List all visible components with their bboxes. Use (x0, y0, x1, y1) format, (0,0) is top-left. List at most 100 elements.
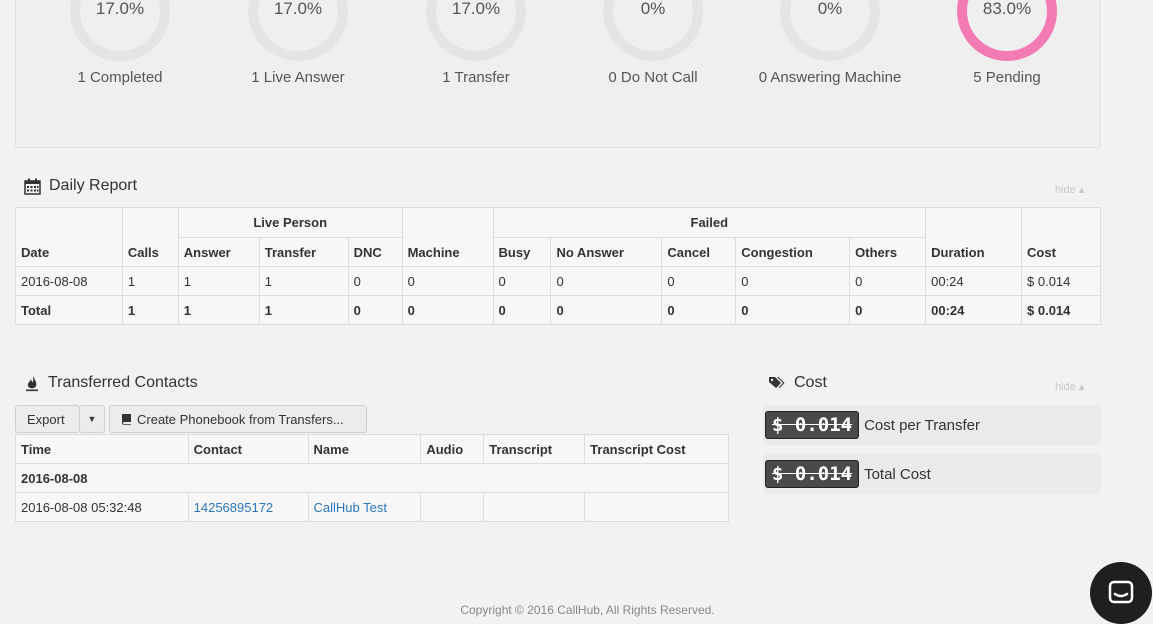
col-transcript: Transcript (483, 434, 586, 464)
group-failed: Failed (492, 207, 927, 238)
caret-up-icon: ▴ (1078, 381, 1085, 393)
hide-label: hide (1055, 184, 1076, 196)
stat-label: 0 Do Not Call (608, 69, 698, 86)
table-cell: 0 (492, 266, 552, 296)
export-label: Export (27, 411, 65, 427)
col-audio: Audio (420, 434, 485, 464)
stat-label: 1 Transfer (442, 69, 510, 86)
table-cell: 00:24 (925, 266, 1023, 296)
cost-per-transfer-card: $ 0.014 Cost per Transfer (763, 405, 1101, 445)
cost-heading: Cost (768, 374, 827, 392)
table-cell: 0 (849, 266, 927, 296)
transferred-contacts-title: Transferred Contacts (48, 374, 198, 391)
group-live-person: Live Person (177, 207, 403, 238)
cell-audio (420, 492, 485, 522)
col-name: Name (307, 434, 422, 464)
table-cell: $ 0.014 (1021, 295, 1101, 325)
col-cost: Cost (1021, 207, 1101, 267)
contact-link[interactable]: 14256895172 (194, 500, 274, 515)
table-cell: 0 (735, 295, 851, 325)
col-busy: Busy (492, 237, 552, 267)
col-congestion: Congestion (735, 237, 851, 267)
table-row: 2016-08-08 1 1 1 0 0 0 0 0 0 0 00:24 $ 0… (15, 266, 1101, 296)
cost-title: Cost (794, 374, 827, 391)
stat-label: 1 Completed (77, 69, 163, 86)
table-cell: $ 0.014 (1021, 266, 1101, 296)
table-cell: 0 (735, 266, 851, 296)
total-cost-label: Total Cost (864, 465, 931, 483)
table-cell: 2016-08-08 (15, 266, 123, 296)
total-cost-card: $ 0.014 Total Cost (763, 454, 1101, 494)
table-cell: 0 (401, 266, 494, 296)
col-machine: Machine (401, 207, 494, 267)
col-calls: Calls (121, 207, 179, 267)
export-dropdown-toggle[interactable]: ▼ (79, 405, 105, 433)
stats-panel: 17.0% 1 Completed 17.0% 1 Live Answer 17… (15, 0, 1101, 148)
export-button[interactable]: Export (15, 405, 80, 433)
table-cell: 0 (347, 295, 403, 325)
table-total-row: Total 1 1 1 0 0 0 0 0 0 0 00:24 $ 0.014 (15, 295, 1101, 325)
table-cell: 1 (121, 295, 179, 325)
stat-value: 0% (817, 0, 843, 18)
total-cost-amount: $ 0.014 (765, 460, 860, 488)
col-contact: Contact (187, 434, 309, 464)
cost-per-transfer-amount: $ 0.014 (765, 411, 860, 439)
daily-report-hide-link[interactable]: hide ▴ (1055, 183, 1084, 196)
transferred-contacts-heading: Transferred Contacts (24, 374, 198, 392)
table-cell: 0 (661, 295, 737, 325)
cost-hide-link[interactable]: hide ▴ (1055, 380, 1084, 393)
col-cancel: Cancel (661, 237, 737, 267)
stat-label: 0 Answering Machine (758, 69, 902, 86)
cell-name: CallHub Test (307, 492, 422, 522)
name-link[interactable]: CallHub Test (314, 500, 387, 515)
stat-value: 17.0% (95, 0, 145, 18)
create-phonebook-button[interactable]: Create Phonebook from Transfers... (109, 405, 367, 433)
cell-transcript (483, 492, 586, 522)
book-icon (122, 414, 131, 425)
caret-up-icon: ▴ (1078, 184, 1085, 196)
table-cell: 0 (550, 295, 663, 325)
create-phonebook-label: Create Phonebook from Transfers... (137, 411, 344, 427)
transferred-contacts-table: Time Contact Name Audio Transcript Trans… (15, 434, 729, 522)
table-cell: 0 (661, 266, 737, 296)
col-date: Date (15, 207, 123, 267)
daily-report-heading: Daily Report (24, 177, 137, 195)
col-others: Others (849, 237, 927, 267)
table-cell: 1 (258, 295, 349, 325)
stat-value: 83.0% (982, 0, 1032, 18)
table-cell: 0 (347, 266, 403, 296)
hide-label: hide (1055, 381, 1076, 393)
table-cell: 1 (177, 266, 260, 296)
col-time: Time (15, 434, 189, 464)
table-cell: 0 (849, 295, 927, 325)
table-cell: 00:24 (925, 295, 1023, 325)
chat-launcher-button[interactable] (1090, 562, 1152, 624)
cell-transcript-cost (584, 492, 729, 522)
caret-down-icon: ▼ (87, 414, 97, 424)
fire-icon (26, 375, 38, 391)
table-row: 2016-08-08 05:32:48 14256895172 CallHub … (15, 492, 729, 522)
stat-value: 17.0% (451, 0, 501, 18)
tags-icon (769, 377, 785, 388)
chat-icon (1108, 580, 1134, 604)
table-cell: 1 (258, 266, 349, 296)
cost-per-transfer-label: Cost per Transfer (864, 416, 980, 434)
table-cell: 0 (492, 295, 552, 325)
daily-report-title: Daily Report (49, 177, 138, 194)
stat-value: 0% (640, 0, 666, 18)
col-no-answer: No Answer (550, 237, 663, 267)
stat-value: 17.0% (273, 0, 323, 18)
footer-copyright: Copyright © 2016 CallHub, All Rights Res… (460, 603, 715, 617)
cell-contact: 14256895172 (187, 492, 309, 522)
col-transfer: Transfer (258, 237, 349, 267)
stat-label: 1 Live Answer (251, 69, 345, 86)
table-cell: 0 (550, 266, 663, 296)
col-duration: Duration (925, 207, 1023, 267)
col-transcript-cost: Transcript Cost (584, 434, 729, 464)
stat-label: 5 Pending (973, 69, 1041, 86)
date-group-label: 2016-08-08 (15, 463, 729, 493)
table-cell: 1 (121, 266, 179, 296)
table-cell: 0 (401, 295, 494, 325)
table-cell: Total (15, 295, 123, 325)
table-cell: 1 (177, 295, 260, 325)
